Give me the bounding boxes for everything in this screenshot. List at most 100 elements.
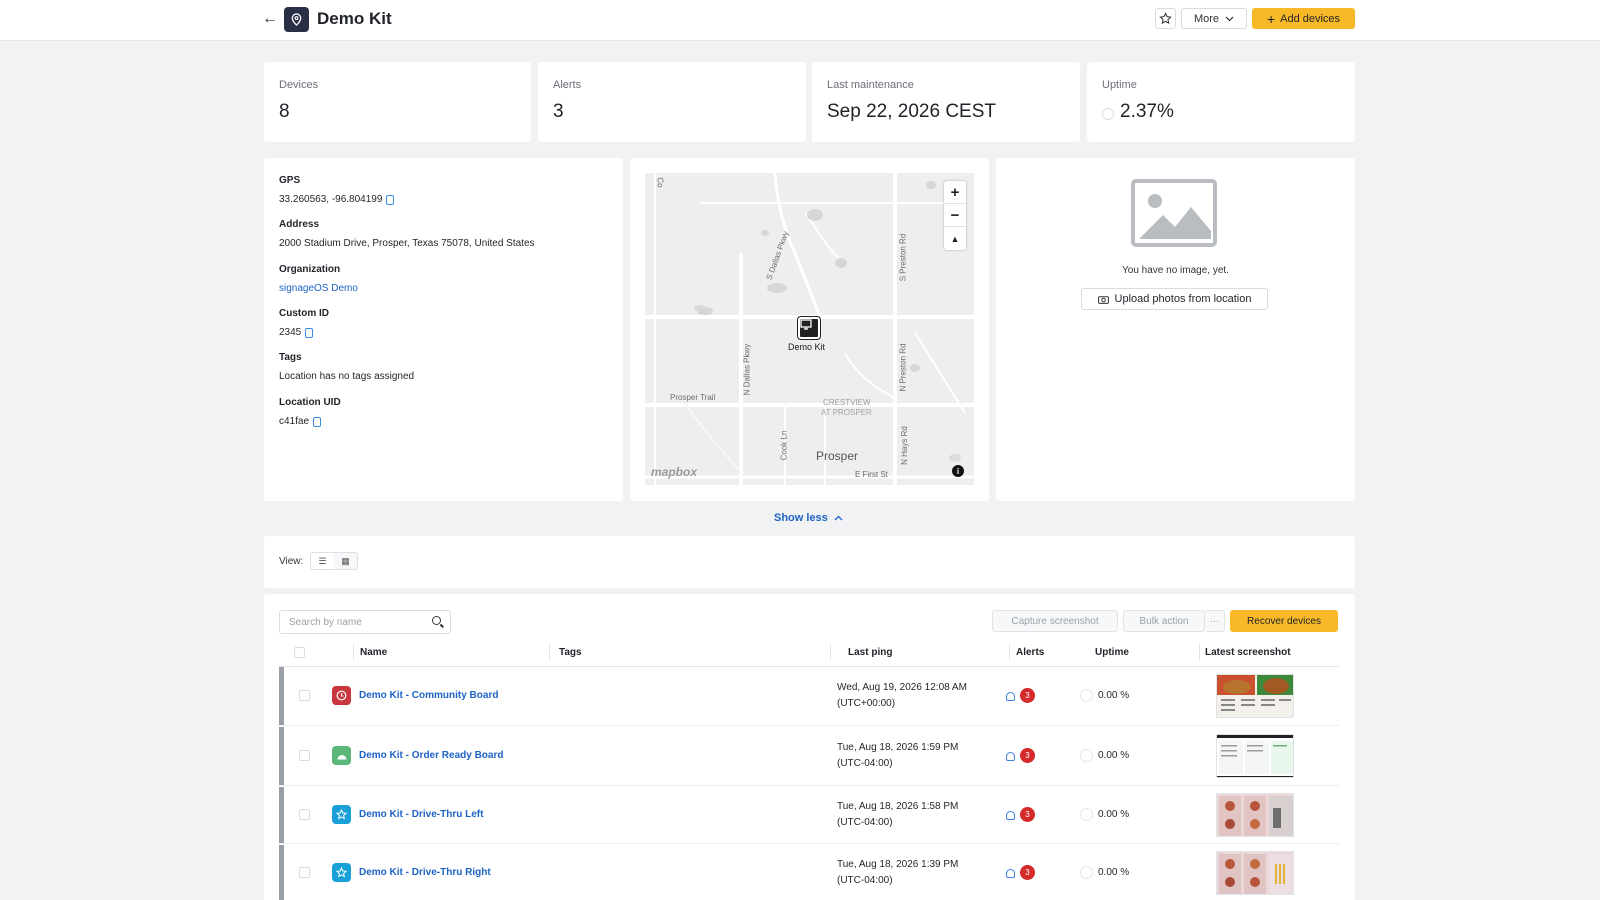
- chevron-down-icon: [1225, 16, 1234, 21]
- grid-view-icon[interactable]: ▦: [334, 553, 357, 569]
- map-zoom-controls: + − ▲: [944, 181, 966, 250]
- map-marker-label: Demo Kit: [788, 342, 826, 352]
- copy-icon[interactable]: [313, 416, 322, 427]
- upload-photos-button[interactable]: Upload photos from location: [1081, 288, 1268, 310]
- alerts-count-badge[interactable]: 3: [1020, 748, 1035, 763]
- list-view-icon[interactable]: ☰: [311, 553, 334, 569]
- device-name-link[interactable]: Demo Kit - Community Board: [359, 690, 498, 701]
- organization-label: Organization: [279, 264, 341, 275]
- column-divider: [1199, 644, 1200, 660]
- table-row[interactable]: Demo Kit - Drive-Thru Right Tue, Aug 18,…: [279, 845, 1339, 900]
- select-all-checkbox[interactable]: [294, 647, 305, 658]
- star-icon: [1159, 12, 1172, 24]
- show-less-label: Show less: [774, 512, 828, 524]
- map-street-label: Cook Ln: [779, 430, 789, 461]
- stat-card-alerts: Alerts 3: [538, 62, 806, 142]
- stat-label: Devices: [279, 79, 319, 91]
- copy-icon[interactable]: [386, 194, 395, 205]
- map-city-label: Prosper: [816, 449, 859, 463]
- device-name-link[interactable]: Demo Kit - Drive-Thru Right: [359, 867, 491, 878]
- alarm-icon: [1006, 752, 1015, 761]
- location-marker-icon[interactable]: [798, 317, 820, 339]
- table-row[interactable]: Demo Kit - Order Ready Board Tue, Aug 18…: [279, 727, 1339, 786]
- table-row[interactable]: Demo Kit - Community Board Wed, Aug 19, …: [279, 667, 1339, 726]
- last-ping-timezone: (UTC-04:00): [837, 875, 893, 886]
- tags-label: Tags: [279, 352, 302, 363]
- location-map[interactable]: S Dallas Pkwy N Dallas Pkwy S Preston Rd…: [645, 173, 974, 485]
- last-ping-date: Tue, Aug 18, 2026 1:39 PM: [837, 859, 959, 870]
- row-checkbox[interactable]: [299, 867, 310, 878]
- stat-card-uptime: Uptime 2.37%: [1087, 62, 1355, 142]
- last-ping-timezone: (UTC-04:00): [837, 817, 893, 828]
- compass-reset-button[interactable]: ▲: [944, 227, 966, 250]
- column-header-alerts[interactable]: Alerts: [1016, 647, 1044, 658]
- stat-label: Alerts: [553, 79, 582, 91]
- alerts-count-badge[interactable]: 3: [1020, 807, 1035, 822]
- bulk-action-button[interactable]: Bulk action: [1123, 610, 1205, 632]
- recover-devices-button[interactable]: Recover devices: [1230, 610, 1338, 632]
- row-status-bar: [279, 845, 284, 900]
- latest-screenshot-thumbnail[interactable]: [1216, 734, 1294, 778]
- stat-value: Sep 22, 2026 CEST: [827, 101, 996, 122]
- last-ping-date: Tue, Aug 18, 2026 1:59 PM: [837, 742, 959, 753]
- row-status-bar: [279, 787, 284, 843]
- capture-screenshot-button[interactable]: Capture screenshot: [992, 610, 1118, 632]
- more-label: More: [1193, 12, 1220, 25]
- show-less-toggle[interactable]: Show less: [774, 512, 843, 524]
- location-info-card: GPS 33.260563, -96.804199 Address 2000 S…: [264, 158, 623, 501]
- device-search-input[interactable]: Search by name: [279, 610, 451, 634]
- device-name-link[interactable]: Demo Kit - Drive-Thru Left: [359, 809, 483, 820]
- uptime-value: 0.00 %: [1098, 690, 1130, 701]
- row-checkbox[interactable]: [299, 690, 310, 701]
- top-bar: ← Demo Kit More + Add devices: [0, 0, 1600, 41]
- last-ping: Wed, Aug 19, 2026 12:08 AM (UTC+00:00): [837, 680, 967, 712]
- location-image-card: You have no image, yet. Upload photos fr…: [996, 158, 1355, 501]
- alarm-icon: [1006, 692, 1015, 701]
- chevron-up-icon: [834, 515, 843, 521]
- plus-icon: +: [1266, 10, 1276, 27]
- column-header-uptime[interactable]: Uptime: [1095, 647, 1129, 658]
- column-header-latest-screenshot[interactable]: Latest screenshot: [1205, 647, 1291, 658]
- gps-row: 33.260563, -96.804199: [279, 194, 395, 205]
- latest-screenshot-thumbnail[interactable]: [1216, 851, 1294, 895]
- zoom-in-button[interactable]: +: [944, 181, 966, 204]
- stat-value: 2.37%: [1120, 101, 1174, 122]
- copy-icon[interactable]: [305, 327, 314, 338]
- table-row[interactable]: Demo Kit - Drive-Thru Left Tue, Aug 18, …: [279, 787, 1339, 844]
- player-icon: [332, 863, 351, 882]
- device-name-link[interactable]: Demo Kit - Order Ready Board: [359, 750, 503, 761]
- row-checkbox[interactable]: [299, 809, 310, 820]
- column-divider: [549, 644, 550, 660]
- alerts-count-badge[interactable]: 3: [1020, 865, 1035, 880]
- column-header-last-ping[interactable]: Last ping: [848, 647, 892, 658]
- zoom-out-button[interactable]: −: [944, 204, 966, 227]
- more-menu-button[interactable]: More: [1181, 8, 1247, 29]
- map-street-label: N Hays Rd: [899, 426, 909, 465]
- map-street-label: Prosper Trail: [670, 393, 716, 402]
- favorite-star-button[interactable]: [1155, 8, 1176, 29]
- latest-screenshot-thumbnail[interactable]: [1216, 674, 1294, 718]
- add-devices-button[interactable]: + Add devices: [1252, 8, 1355, 29]
- column-header-name[interactable]: Name: [360, 647, 387, 658]
- page-title: Demo Kit: [317, 9, 392, 28]
- alarm-icon: [1006, 869, 1015, 878]
- search-placeholder: Search by name: [289, 616, 362, 628]
- android-icon: [332, 746, 351, 765]
- alerts-count-badge[interactable]: 3: [1020, 688, 1035, 703]
- row-checkbox[interactable]: [299, 750, 310, 761]
- last-ping-date: Tue, Aug 18, 2026 1:58 PM: [837, 801, 959, 812]
- column-header-tags[interactable]: Tags: [559, 647, 582, 658]
- gps-value: 33.260563, -96.804199: [279, 194, 383, 205]
- column-divider: [353, 644, 354, 660]
- stat-label: Uptime: [1102, 79, 1137, 91]
- latest-screenshot-thumbnail[interactable]: [1216, 793, 1294, 837]
- organization-link[interactable]: signageOS Demo: [279, 283, 358, 294]
- column-divider: [830, 644, 831, 660]
- bulk-more-button[interactable]: ···: [1205, 610, 1225, 632]
- map-info-icon[interactable]: i: [952, 465, 964, 477]
- last-ping: Tue, Aug 18, 2026 1:58 PM (UTC-04:00): [837, 799, 958, 831]
- back-arrow-icon[interactable]: ←: [262, 11, 278, 27]
- last-ping-date: Wed, Aug 19, 2026 12:08 AM: [837, 682, 967, 693]
- view-label: View:: [279, 556, 304, 567]
- custom-id-value: 2345: [279, 327, 302, 338]
